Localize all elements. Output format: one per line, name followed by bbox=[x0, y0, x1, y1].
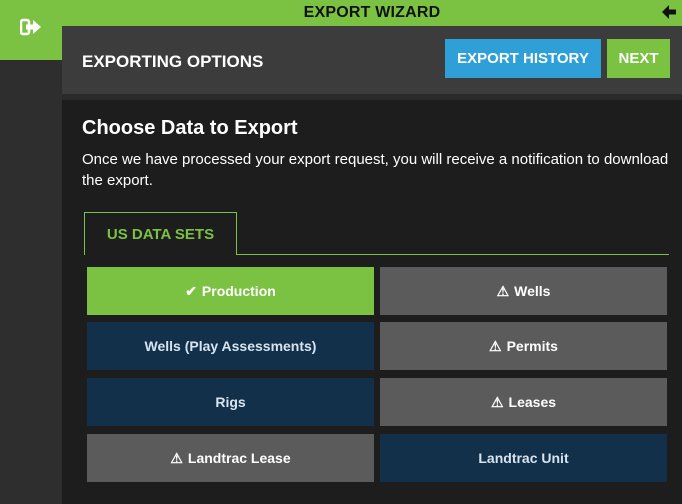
sign-out-icon bbox=[20, 18, 41, 36]
dataset-tile-wells[interactable]: ⚠ Wells bbox=[380, 267, 667, 315]
dataset-tile-permits[interactable]: ⚠ Permits bbox=[380, 322, 667, 370]
dataset-label: Rigs bbox=[215, 394, 246, 410]
tab-underline bbox=[237, 254, 669, 255]
left-rail bbox=[0, 0, 62, 504]
warning-icon: ⚠ bbox=[490, 393, 504, 410]
wizard-titlebar: EXPORT WIZARD bbox=[62, 0, 682, 26]
dataset-tile-landtrac-lease[interactable]: ⚠ Landtrac Lease bbox=[87, 434, 374, 482]
exit-button[interactable] bbox=[0, 0, 62, 60]
dataset-tile-production[interactable]: ✔ Production bbox=[87, 267, 374, 315]
dataset-label: Leases bbox=[508, 394, 557, 410]
content-panel: Choose Data to Export Once we have proce… bbox=[62, 100, 682, 504]
dataset-label: Wells bbox=[514, 283, 551, 299]
dataset-label: Landtrac Lease bbox=[187, 450, 291, 466]
dataset-label: Permits bbox=[506, 338, 558, 354]
dataset-label: Wells (Play Assessments) bbox=[144, 338, 317, 354]
dataset-tile-wells-play-assessments[interactable]: Wells (Play Assessments) bbox=[87, 322, 374, 370]
dataset-tile-rigs[interactable]: Rigs bbox=[87, 378, 374, 426]
dataset-label: Landtrac Unit bbox=[478, 450, 569, 466]
section-heading: Choose Data to Export bbox=[82, 117, 298, 139]
next-button[interactable]: NEXT bbox=[607, 39, 670, 78]
back-arrow-icon[interactable] bbox=[662, 3, 676, 24]
dataset-label: Production bbox=[201, 283, 276, 299]
warning-icon: ⚠ bbox=[170, 449, 183, 466]
section-description: Once we have processed your export reque… bbox=[82, 151, 669, 189]
warning-icon: ⚠ bbox=[496, 282, 510, 299]
options-header: EXPORTING OPTIONS EXPORT HISTORY NEXT bbox=[62, 26, 682, 94]
warning-icon: ⚠ bbox=[489, 337, 502, 354]
check-icon: ✔ bbox=[185, 282, 197, 299]
tab-us-data-sets[interactable]: US DATA SETS bbox=[84, 212, 237, 255]
page-title: EXPORTING OPTIONS bbox=[82, 52, 264, 71]
dataset-tile-leases[interactable]: ⚠ Leases bbox=[380, 378, 667, 426]
export-history-button[interactable]: EXPORT HISTORY bbox=[445, 39, 601, 78]
wizard-title: EXPORT WIZARD bbox=[303, 4, 441, 21]
dataset-tile-landtrac-unit[interactable]: Landtrac Unit bbox=[380, 434, 667, 482]
